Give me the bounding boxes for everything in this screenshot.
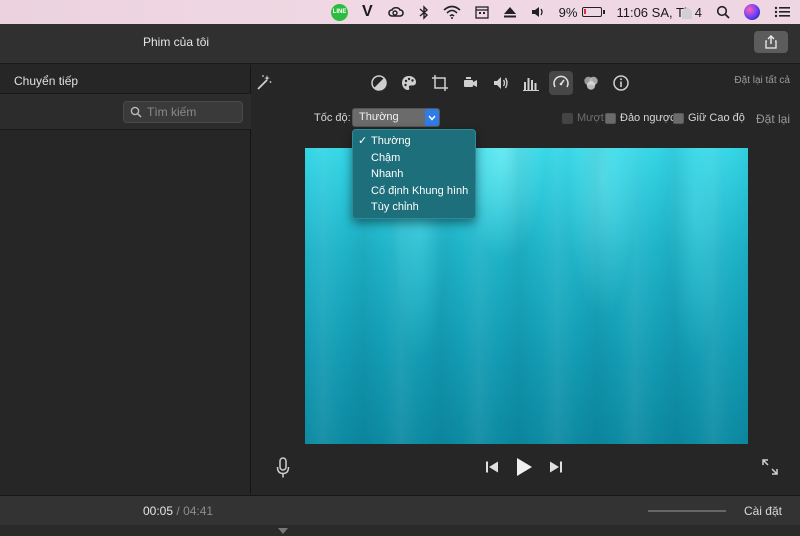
preserve-pitch-label: Giữ Cao độ: [688, 112, 745, 124]
equalizer-icon[interactable]: [519, 71, 543, 95]
timeline-header: 00:05 / 04:41 Cài đặt: [0, 495, 800, 525]
speed-controls: Tốc độ: Thường Mượt Đảo ngược Giữ Cao độ…: [252, 107, 800, 131]
playhead-marker[interactable]: [278, 528, 288, 534]
viewer-panel: Đặt lại tất cả Tốc độ: Thường Mượt Đảo n…: [252, 65, 800, 494]
info-icon[interactable]: [609, 71, 633, 95]
reverse-label: Đảo ngược: [620, 112, 676, 124]
share-icon: [765, 35, 777, 49]
settings-button[interactable]: Cài đặt: [744, 504, 782, 518]
adjustment-toolbar: Đặt lại tất cả: [252, 65, 800, 101]
speed-option-normal[interactable]: ✓ Thường: [353, 133, 475, 150]
zoom-slider[interactable]: [648, 510, 726, 512]
timecode: 00:05 / 04:41: [143, 504, 213, 518]
calendar-icon[interactable]: [475, 0, 489, 24]
search-box[interactable]: [123, 101, 243, 123]
audio-volume-icon[interactable]: [489, 71, 513, 95]
v-glyph: V: [362, 3, 373, 20]
preserve-pitch-checkbox[interactable]: Giữ Cao độ: [673, 112, 745, 124]
speed-option-slow[interactable]: Chậm: [353, 150, 475, 167]
checkbox-box: [562, 112, 573, 124]
search-icon: [130, 106, 142, 118]
project-title[interactable]: Phim của tôi: [143, 35, 209, 49]
battery-percent: 9%: [558, 4, 578, 20]
volume-icon[interactable]: [531, 0, 545, 24]
line-icon[interactable]: LINE: [331, 0, 348, 24]
skip-back-icon[interactable]: [485, 460, 499, 479]
battery-status[interactable]: 9%: [558, 0, 606, 24]
skip-forward-icon[interactable]: [549, 460, 563, 479]
checkbox-box: [673, 112, 684, 124]
color-balance-icon[interactable]: [367, 71, 391, 95]
total-time: 04:41: [183, 504, 214, 518]
search-row: [0, 94, 251, 130]
option-label: Chậm: [371, 151, 401, 164]
current-time: 00:05: [143, 504, 174, 518]
transitions-panel: Chuyển tiếp: [0, 65, 251, 494]
bluetooth-icon[interactable]: [419, 0, 429, 24]
playback-controls: [485, 457, 563, 482]
siri-icon[interactable]: [744, 0, 760, 24]
option-label: Tùy chỉnh: [371, 201, 419, 213]
menu-list-icon[interactable]: [774, 0, 790, 24]
v-icon[interactable]: V: [362, 0, 373, 24]
battery-icon: [582, 7, 606, 17]
share-button[interactable]: [754, 31, 788, 53]
eject-icon[interactable]: [503, 0, 517, 24]
option-label: Nhanh: [371, 168, 404, 180]
smooth-label: Mượt: [577, 112, 604, 124]
fullscreen-icon[interactable]: [762, 459, 778, 480]
app-toolbar: Phim của tôi: [0, 24, 800, 64]
reset-button[interactable]: Đặt lại: [756, 112, 790, 126]
menu-bar: LINE V 9% 11:06 SA, Th 4: [0, 0, 800, 24]
crop-icon[interactable]: [428, 71, 452, 95]
checkbox-box: [605, 112, 616, 124]
speed-option-custom[interactable]: Tùy chỉnh: [353, 199, 475, 216]
color-palette-icon[interactable]: [397, 71, 421, 95]
option-label: Thường: [371, 135, 411, 147]
speed-select[interactable]: Thường: [352, 108, 440, 127]
panel-title: Chuyển tiếp: [14, 74, 79, 88]
speed-option-freeze-frame[interactable]: Cố định Khung hình: [353, 183, 475, 200]
speed-label: Tốc độ:: [314, 112, 351, 124]
battery-fill: [584, 9, 587, 14]
chevron-down-icon: [425, 109, 439, 126]
timeline-area[interactable]: [0, 525, 800, 536]
creative-cloud-icon[interactable]: [387, 0, 405, 24]
check-icon: ✓: [358, 135, 368, 147]
reverse-checkbox[interactable]: Đảo ngược: [605, 112, 676, 124]
filter-icon[interactable]: [579, 71, 603, 95]
speed-option-fast[interactable]: Nhanh: [353, 166, 475, 183]
speedometer-icon[interactable]: [549, 71, 573, 95]
magic-wand-icon[interactable]: [252, 71, 276, 95]
speed-select-value: Thường: [359, 111, 399, 123]
reset-all-button[interactable]: Đặt lại tất cả: [734, 75, 790, 86]
line-badge: LINE: [331, 3, 348, 21]
smooth-checkbox[interactable]: Mượt: [562, 112, 604, 124]
speed-dropdown-menu: ✓ Thường Chậm Nhanh Cố định Khung hình Tù…: [352, 129, 476, 219]
search-input[interactable]: [147, 105, 237, 119]
option-label: Cố định Khung hình: [371, 184, 469, 197]
time-separator: /: [176, 504, 180, 518]
play-icon[interactable]: [515, 457, 533, 482]
search-icon[interactable]: [716, 0, 730, 24]
camera-stabilize-icon[interactable]: [458, 71, 482, 95]
wifi-icon[interactable]: [443, 0, 461, 24]
microphone-icon[interactable]: [276, 457, 290, 484]
